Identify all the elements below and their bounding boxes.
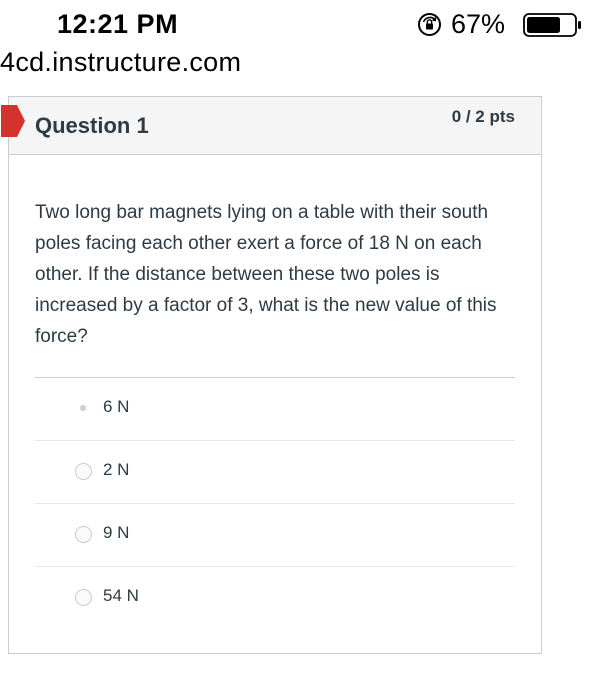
answer-label: 2 N — [103, 460, 130, 479]
answer-option[interactable]: 9 N — [35, 504, 515, 567]
question-title: Question 1 — [35, 113, 149, 138]
battery-icon — [523, 13, 581, 37]
flag-icon[interactable] — [1, 105, 25, 137]
battery-percent: 67% — [451, 9, 506, 39]
answer-label: 54 N — [103, 586, 139, 605]
answer-label: 9 N — [103, 523, 130, 542]
answer-label: 6 N — [103, 397, 130, 416]
answer-option[interactable]: 6 N — [35, 378, 515, 441]
selected-radio-icon[interactable] — [80, 405, 86, 411]
radio-icon[interactable] — [75, 589, 92, 606]
question-card: Question 1 0 / 2 pts Two long bar magnet… — [1, 96, 542, 654]
url-text[interactable]: 4cd.instructure.com — [0, 47, 241, 78]
question-points: 0 / 2 pts — [451, 107, 515, 126]
radio-icon[interactable] — [75, 463, 92, 480]
question-header: Question 1 0 / 2 pts — [1, 97, 541, 155]
radio-icon[interactable] — [75, 526, 92, 543]
question-text: Two long bar magnets lying on a table wi… — [35, 202, 497, 347]
answer-option[interactable]: 54 N — [35, 567, 515, 629]
status-bar: 12:21 PM 67% 4cd.instructure.com — [0, 0, 592, 77]
status-time: 12:21 PM — [57, 9, 179, 39]
orientation-lock-icon — [418, 13, 441, 36]
answer-option[interactable]: 2 N — [35, 441, 515, 504]
